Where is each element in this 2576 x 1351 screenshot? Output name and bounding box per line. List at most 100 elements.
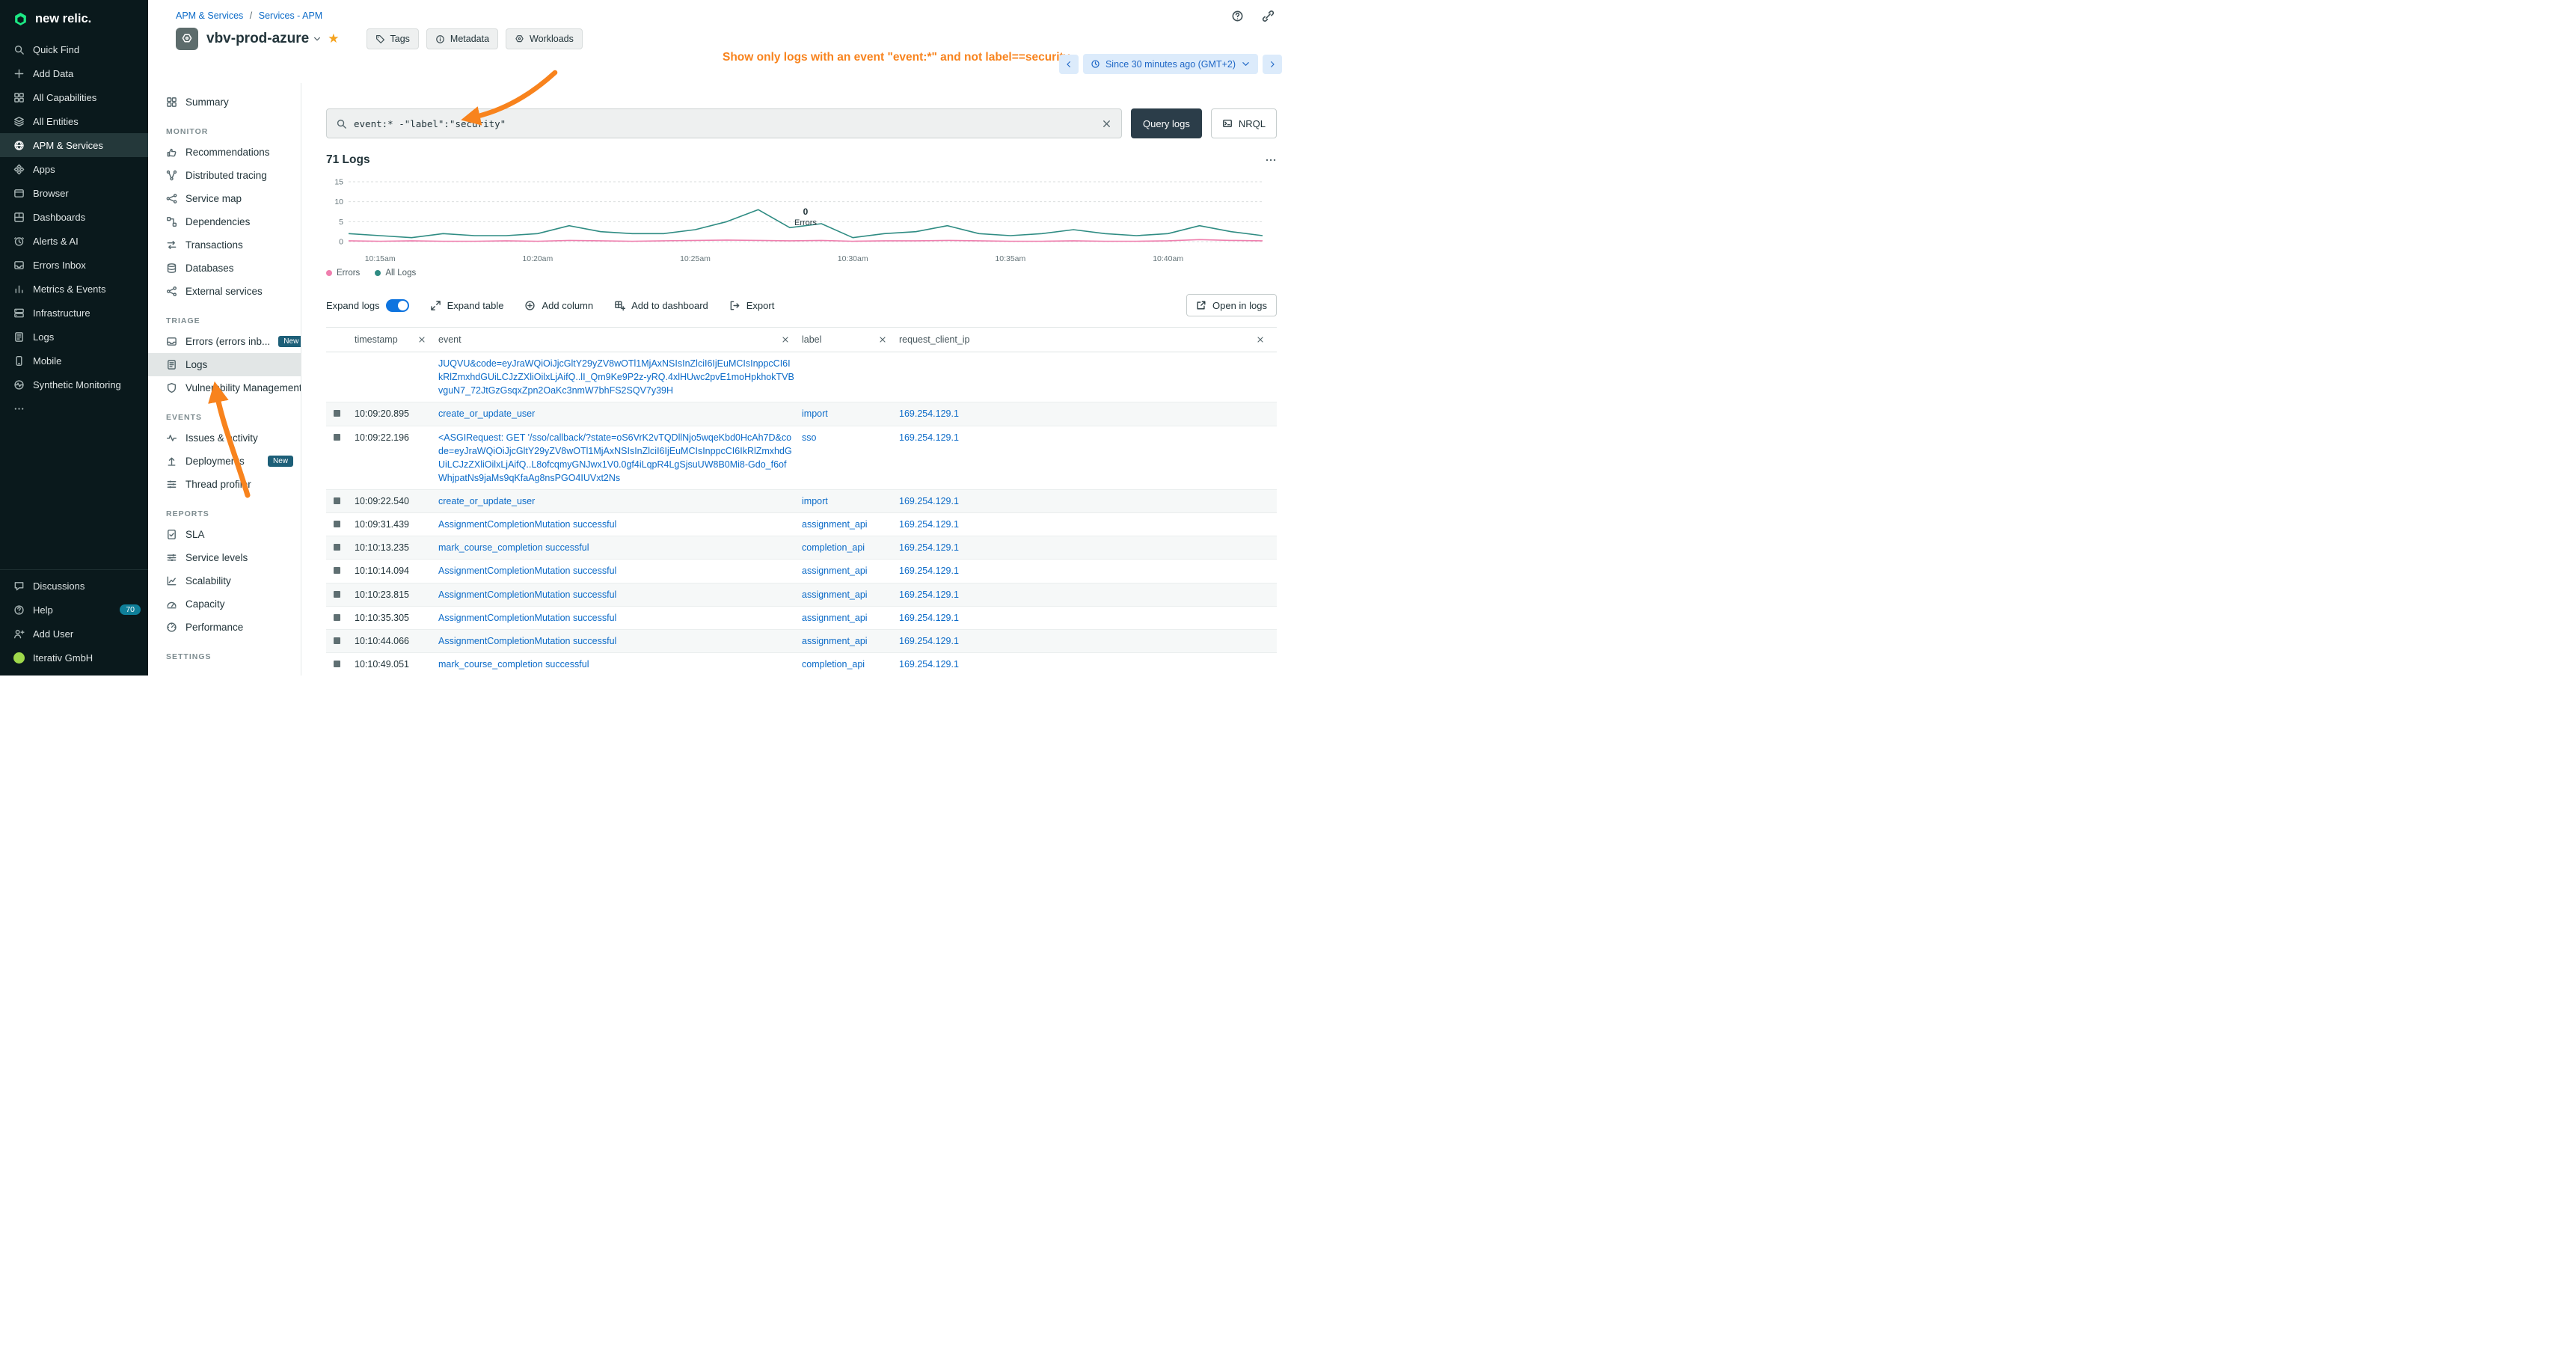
column-header-label[interactable]: label [802, 328, 899, 352]
row-handle[interactable] [334, 661, 340, 667]
remove-column-icon[interactable] [878, 335, 887, 344]
ip-link[interactable]: 169.254.129.1 [899, 659, 959, 670]
sidebar-item-apps[interactable]: Apps [0, 157, 148, 181]
nav-item-issues-activity[interactable]: Issues & activity [148, 426, 301, 450]
sidebar-item-discussions[interactable]: Discussions [0, 574, 148, 598]
expand-table-button[interactable]: Expand table [430, 300, 504, 311]
row-handle[interactable] [334, 521, 340, 527]
sidebar-item-logs[interactable]: Logs [0, 325, 148, 349]
table-row[interactable]: 10:10:13.235mark_course_completion succe… [326, 536, 1277, 560]
sidebar-item-all-capabilities[interactable]: All Capabilities [0, 85, 148, 109]
table-row[interactable]: JUQVU&code=eyJraWQiOiJjcGltY29yZV8wOTl1M… [326, 352, 1277, 402]
column-header-request-client-ip[interactable]: request_client_ip [899, 328, 1277, 352]
sidebar-item-more[interactable] [0, 396, 148, 420]
legend-item-all-logs[interactable]: All Logs [375, 269, 416, 278]
table-row[interactable]: 10:10:49.051mark_course_completion succe… [326, 652, 1277, 676]
ip-link[interactable]: 169.254.129.1 [899, 566, 959, 576]
sidebar-item-alerts-ai[interactable]: Alerts & AI [0, 229, 148, 253]
ip-link[interactable]: 169.254.129.1 [899, 408, 959, 419]
ip-link[interactable]: 169.254.129.1 [899, 519, 959, 530]
row-handle[interactable] [334, 497, 340, 504]
new-relic-logo[interactable]: new relic. [0, 0, 148, 37]
event-link[interactable]: AssignmentCompletionMutation successful [438, 566, 616, 576]
sidebar-item-metrics-events[interactable]: Metrics & Events [0, 277, 148, 301]
nav-item-databases[interactable]: Databases [148, 257, 301, 280]
label-link[interactable]: assignment_api [802, 519, 868, 530]
row-handle[interactable] [334, 614, 340, 621]
label-link[interactable]: import [802, 408, 828, 419]
add-to-dashboard-button[interactable]: Add to dashboard [614, 300, 708, 311]
row-handle[interactable] [334, 410, 340, 417]
table-row[interactable]: 10:10:23.815AssignmentCompletionMutation… [326, 583, 1277, 606]
sidebar-item-infrastructure[interactable]: Infrastructure [0, 301, 148, 325]
label-link[interactable]: assignment_api [802, 566, 868, 576]
label-link[interactable]: assignment_api [802, 613, 868, 623]
label-link[interactable]: assignment_api [802, 589, 868, 600]
ip-link[interactable]: 169.254.129.1 [899, 613, 959, 623]
tags-button[interactable]: Tags [367, 28, 419, 49]
help-circle-icon[interactable] [1231, 10, 1244, 22]
event-link[interactable]: mark_course_completion successful [438, 659, 589, 670]
nav-item-transactions[interactable]: Transactions [148, 233, 301, 257]
nav-item-scalability[interactable]: Scalability [148, 569, 301, 592]
metadata-button[interactable]: Metadata [426, 28, 498, 49]
label-link[interactable]: completion_api [802, 659, 865, 670]
ip-link[interactable]: 169.254.129.1 [899, 589, 959, 600]
remove-column-icon[interactable] [1256, 335, 1265, 344]
label-link[interactable]: import [802, 496, 828, 506]
remove-column-icon[interactable] [781, 335, 790, 344]
nav-item-performance[interactable]: Performance [148, 616, 301, 639]
nav-item-service-map[interactable]: Service map [148, 187, 301, 210]
logs-more-menu-icon[interactable] [1265, 154, 1277, 166]
nav-item-distributed-tracing[interactable]: Distributed tracing [148, 164, 301, 187]
table-row[interactable]: 10:10:35.305AssignmentCompletionMutation… [326, 606, 1277, 629]
export-button[interactable]: Export [729, 300, 775, 311]
ip-link[interactable]: 169.254.129.1 [899, 542, 959, 553]
entity-switcher-chevron-icon[interactable] [313, 34, 322, 43]
favorite-star-icon[interactable]: ★ [328, 31, 339, 46]
event-link[interactable]: mark_course_completion successful [438, 542, 589, 553]
time-range-button[interactable]: Since 30 minutes ago (GMT+2) [1083, 54, 1258, 74]
sidebar-item-add-user[interactable]: Add User [0, 622, 148, 646]
event-link[interactable]: AssignmentCompletionMutation successful [438, 613, 616, 623]
nav-item-logs[interactable]: Logs [148, 353, 301, 376]
expand-logs-toggle[interactable] [386, 299, 409, 312]
event-link[interactable]: AssignmentCompletionMutation successful [438, 519, 616, 530]
table-row[interactable]: 10:09:20.895create_or_update_userimport1… [326, 402, 1277, 426]
time-back-button[interactable] [1059, 55, 1079, 74]
nav-item-vulnerability-management[interactable]: Vulnerability Management [148, 376, 301, 399]
workloads-button[interactable]: Workloads [506, 28, 583, 49]
nrql-button[interactable]: NRQL [1211, 108, 1277, 138]
row-handle[interactable] [334, 637, 340, 644]
row-handle[interactable] [334, 434, 340, 441]
table-row[interactable]: 10:09:22.196<ASGIRequest: GET '/sso/call… [326, 426, 1277, 490]
event-link[interactable]: <ASGIRequest: GET '/sso/callback/?state=… [438, 432, 792, 483]
sidebar-item-iterativ-gmbh[interactable]: Iterativ GmbH [0, 646, 148, 670]
remove-column-icon[interactable] [417, 335, 426, 344]
table-row[interactable]: 10:10:44.066AssignmentCompletionMutation… [326, 629, 1277, 652]
ip-link[interactable]: 169.254.129.1 [899, 496, 959, 506]
add-column-button[interactable]: Add column [524, 300, 593, 311]
row-handle[interactable] [334, 544, 340, 551]
table-row[interactable]: 10:10:14.094AssignmentCompletionMutation… [326, 560, 1277, 583]
event-link[interactable]: create_or_update_user [438, 496, 535, 506]
row-handle[interactable] [334, 567, 340, 574]
nav-item-external-services[interactable]: External services [148, 280, 301, 303]
sidebar-item-quick-find[interactable]: Quick Find [0, 37, 148, 61]
sidebar-item-mobile[interactable]: Mobile [0, 349, 148, 373]
sidebar-item-dashboards[interactable]: Dashboards [0, 205, 148, 229]
ip-link[interactable]: 169.254.129.1 [899, 432, 959, 443]
event-link[interactable]: AssignmentCompletionMutation successful [438, 636, 616, 646]
table-row[interactable]: 10:09:31.439AssignmentCompletionMutation… [326, 513, 1277, 536]
sidebar-item-synthetic-monitoring[interactable]: Synthetic Monitoring [0, 373, 148, 396]
breadcrumb-link-apm-services[interactable]: APM & Services [176, 10, 243, 21]
event-link[interactable]: create_or_update_user [438, 408, 535, 419]
sidebar-item-help[interactable]: Help70 [0, 598, 148, 622]
nav-item-errors-errors-inb[interactable]: Errors (errors inb...New [148, 330, 301, 353]
column-header-timestamp[interactable]: timestamp [355, 328, 438, 352]
row-handle[interactable] [334, 591, 340, 598]
label-link[interactable]: assignment_api [802, 636, 868, 646]
nav-item-summary[interactable]: Summary [148, 91, 301, 114]
logs-timeseries-chart[interactable]: 05101510:15am10:20am10:25am10:30am10:35a… [326, 176, 1270, 264]
nav-item-sla[interactable]: SLA [148, 523, 301, 546]
